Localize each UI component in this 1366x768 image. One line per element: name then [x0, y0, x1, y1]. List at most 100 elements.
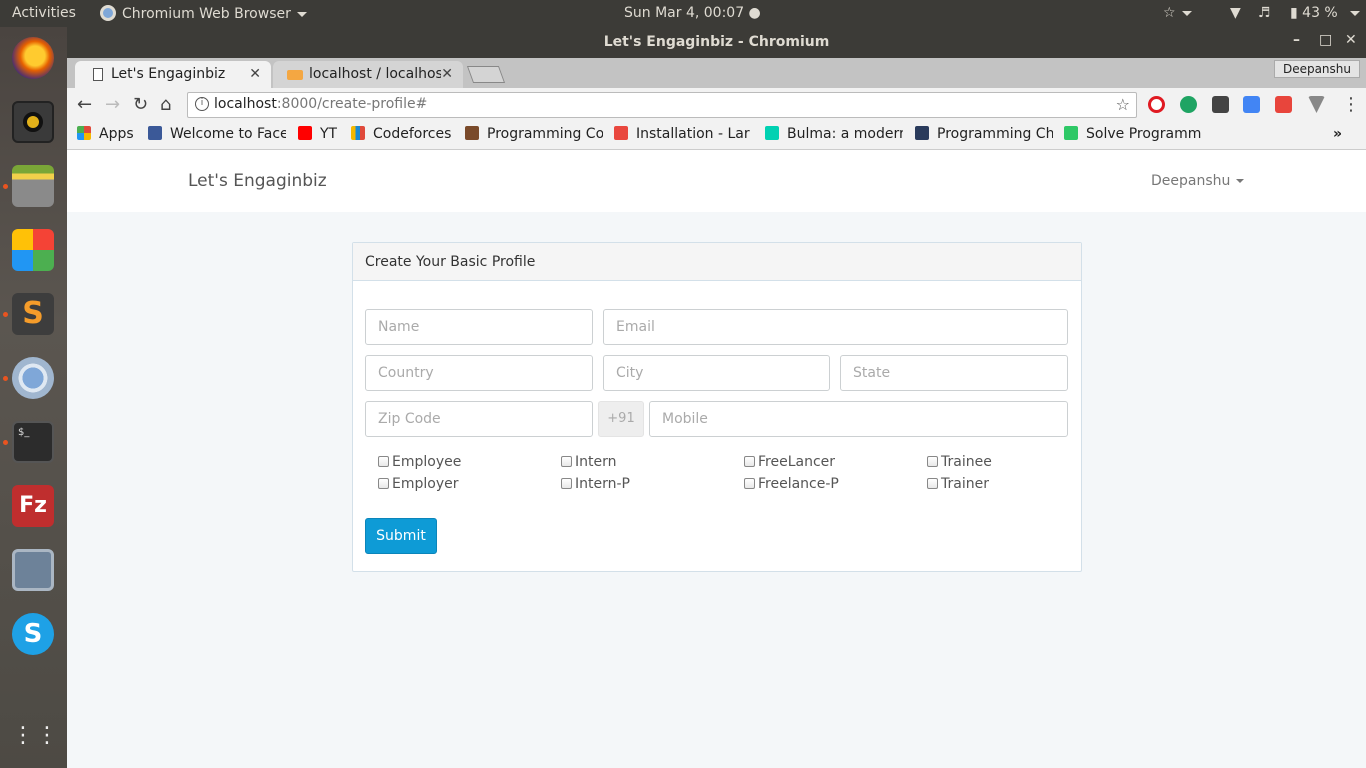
- url-path: :8000/create-profile#: [276, 96, 428, 112]
- maximize-icon[interactable]: □: [1319, 32, 1332, 48]
- checkbox-box[interactable]: [927, 456, 938, 467]
- bookmark-youtube[interactable]: YT: [298, 126, 337, 142]
- bookmark-label: Apps: [99, 126, 134, 142]
- apps-grid-icon: [77, 126, 91, 140]
- site-brand[interactable]: Let's Engaginbiz: [188, 171, 327, 191]
- checkbox-trainer[interactable]: Trainer: [927, 476, 989, 492]
- skype-icon[interactable]: S: [12, 613, 54, 655]
- filezilla-icon[interactable]: Fz: [12, 485, 54, 527]
- software-center-icon[interactable]: [12, 229, 54, 271]
- checkbox-intern-p[interactable]: Intern-P: [561, 476, 630, 492]
- clock[interactable]: Sun Mar 4, 00:07 ●: [624, 5, 761, 21]
- close-tab-icon[interactable]: ✕: [249, 66, 261, 82]
- show-applications-icon[interactable]: ⋮⋮⋮: [12, 715, 82, 757]
- country-input[interactable]: [365, 355, 593, 391]
- translate-extension-icon[interactable]: [1243, 96, 1260, 113]
- screenshot-icon[interactable]: [12, 549, 54, 591]
- menu-kebab-icon[interactable]: ⋮: [1342, 94, 1360, 115]
- bookmark-label: Codeforces: [373, 126, 452, 142]
- bookmark-hackerrank[interactable]: Solve Programm: [1064, 126, 1202, 142]
- facebook-icon: [148, 126, 162, 140]
- checkbox-label: FreeLancer: [758, 454, 836, 470]
- volume-icon[interactable]: ♬: [1258, 5, 1271, 21]
- checkbox-box[interactable]: [378, 456, 389, 467]
- profile-button[interactable]: Deepanshu: [1273, 60, 1360, 78]
- checkbox-box[interactable]: [561, 456, 572, 467]
- phpmyadmin-icon: [287, 70, 303, 80]
- bookmark-bulma[interactable]: Bulma: a moderr: [765, 126, 903, 142]
- checkbox-box[interactable]: [378, 478, 389, 489]
- bookmark-codeforces[interactable]: Codeforces: [351, 126, 451, 142]
- city-input[interactable]: [603, 355, 830, 391]
- checkbox-freelance-p[interactable]: Freelance-P: [744, 476, 839, 492]
- opera-extension-icon[interactable]: [1148, 96, 1165, 113]
- battery-indicator[interactable]: ▮ 43 %: [1290, 5, 1338, 21]
- bookmark-laravel[interactable]: Installation - Lar: [614, 126, 752, 142]
- info-icon[interactable]: i: [195, 97, 209, 111]
- launcher-dock: S $_ Fz S ⋮⋮⋮: [0, 27, 82, 768]
- checkbox-label: Employee: [392, 454, 462, 470]
- bookmark-facebook[interactable]: Welcome to Face: [148, 126, 286, 142]
- lightbulb-extension-icon[interactable]: [1212, 96, 1229, 113]
- tab-label: localhost / localhos: [309, 66, 441, 82]
- profile-form-panel: Create Your Basic Profile +91 Employee E…: [352, 242, 1082, 572]
- extension-badge-icon[interactable]: [1180, 96, 1197, 113]
- checkbox-label: Employer: [392, 476, 459, 492]
- running-indicator: [3, 184, 8, 189]
- user-dropdown[interactable]: Deepanshu: [1151, 173, 1245, 189]
- running-indicator: [3, 440, 8, 445]
- vue-devtools-icon[interactable]: [1308, 96, 1325, 113]
- checkbox-employer[interactable]: Employer: [378, 476, 458, 492]
- tab-phpmyadmin[interactable]: localhost / localhos ✕: [273, 61, 463, 88]
- close-tab-icon[interactable]: ✕: [441, 66, 453, 82]
- bookmark-label: Programming Co: [487, 126, 603, 142]
- app-menu[interactable]: Chromium Web Browser: [100, 5, 307, 22]
- more-bookmarks-icon[interactable]: »: [1333, 126, 1342, 142]
- terminal-icon[interactable]: $_: [12, 421, 54, 463]
- rhythmbox-icon[interactable]: [12, 101, 54, 143]
- firefox-icon[interactable]: [12, 37, 54, 79]
- zip-code-input[interactable]: [365, 401, 593, 437]
- minimize-icon[interactable]: –: [1293, 32, 1300, 48]
- checkbox-box[interactable]: [927, 478, 938, 489]
- bookmark-apps[interactable]: Apps: [77, 126, 134, 142]
- sublime-text-icon[interactable]: S: [12, 293, 54, 335]
- codeforces-icon: [351, 126, 365, 140]
- checkbox-label: Intern: [575, 454, 617, 470]
- checkbox-employee[interactable]: Employee: [378, 454, 461, 470]
- back-icon[interactable]: ←: [77, 94, 92, 115]
- tab-engaginbiz[interactable]: Let's Engaginbiz ✕: [75, 61, 271, 88]
- wifi-icon[interactable]: ▼: [1230, 5, 1241, 21]
- bookmark-codechef[interactable]: Programming Co: [465, 126, 603, 142]
- site-navbar: Let's Engaginbiz Deepanshu: [67, 150, 1366, 212]
- activities-button[interactable]: Activities: [12, 5, 76, 21]
- submit-button[interactable]: Submit: [365, 518, 437, 554]
- power-menu-chevron-icon[interactable]: [1350, 5, 1360, 21]
- mobile-input[interactable]: [649, 401, 1068, 437]
- laravel-icon: [614, 126, 628, 140]
- bookmark-star-icon[interactable]: ☆: [1116, 95, 1130, 114]
- reload-icon[interactable]: ↻: [133, 94, 148, 115]
- new-tab-button[interactable]: [466, 66, 506, 83]
- home-icon[interactable]: ⌂: [160, 94, 171, 115]
- close-window-icon[interactable]: ✕: [1345, 32, 1357, 48]
- checkbox-intern[interactable]: Intern: [561, 454, 617, 470]
- accessibility-icon[interactable]: ☆: [1163, 5, 1192, 21]
- window-titlebar: Let's Engaginbiz - Chromium – □ ✕: [67, 27, 1366, 58]
- codechef-icon: [465, 126, 479, 140]
- address-bar[interactable]: i localhost:8000/create-profile# ☆: [187, 92, 1137, 118]
- bookmark-hackerearth[interactable]: Programming Ch: [915, 126, 1053, 142]
- checkbox-box[interactable]: [744, 456, 755, 467]
- checkbox-box[interactable]: [561, 478, 572, 489]
- forward-icon[interactable]: →: [105, 94, 120, 115]
- checkbox-label: Trainee: [941, 454, 992, 470]
- name-input[interactable]: [365, 309, 593, 345]
- checkbox-box[interactable]: [744, 478, 755, 489]
- checkbox-freelancer[interactable]: FreeLancer: [744, 454, 835, 470]
- email-input[interactable]: [603, 309, 1068, 345]
- chromium-launcher-icon[interactable]: [12, 357, 54, 399]
- checkbox-trainee[interactable]: Trainee: [927, 454, 992, 470]
- files-icon[interactable]: [12, 165, 54, 207]
- extension-icon[interactable]: [1275, 96, 1292, 113]
- state-input[interactable]: [840, 355, 1068, 391]
